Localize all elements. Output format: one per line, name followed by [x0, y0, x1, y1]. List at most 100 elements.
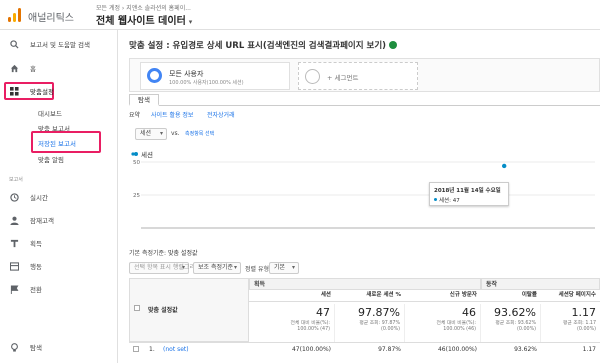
- sidebar-item-discover[interactable]: 탐색: [0, 341, 118, 355]
- total-note-line: (0.00%): [517, 327, 536, 332]
- verified-shield-icon: [389, 41, 398, 49]
- total-value: 93.62%: [494, 306, 536, 319]
- lightbulb-icon: [9, 342, 19, 352]
- metric-dropdown[interactable]: 세션: [135, 128, 167, 140]
- total-note: 평균 조회: 97.87% (0.00%): [359, 321, 400, 333]
- secondary-dimension-dropdown[interactable]: 보조 측정기준: [193, 262, 241, 274]
- report-title-text: 맞춤 설정 : 유입경로 상세 URL 표시(검색엔진의 검색결과페이지 보기): [129, 41, 387, 51]
- sidebar-item-acquisition[interactable]: 획득: [0, 237, 118, 251]
- grid-icon: [9, 86, 19, 96]
- total-pages-per-session: 1.17 평균 조회: 1.17 (0.00%): [541, 304, 600, 342]
- total-note-line: 100.00% (46): [443, 327, 476, 332]
- vs-label: vs.: [171, 130, 180, 137]
- total-note: 전체 대비 비율(%): 100.00% (46): [437, 321, 476, 333]
- account-breadcrumb[interactable]: 모든 계정 › 지앤소 솔라션의 홈페이...: [96, 3, 191, 12]
- group-header-behavior: 동작: [481, 278, 600, 290]
- clock-icon: [9, 192, 19, 202]
- sidebar-item-audience[interactable]: 잠재고객: [0, 214, 118, 228]
- group-header-acquisition: 획득: [249, 278, 481, 290]
- total-value: 97.87%: [358, 306, 400, 319]
- row-bounce-rate: 93.62%: [514, 346, 537, 353]
- sidebar-sub-saved-reports[interactable]: 저장된 보고서: [38, 138, 76, 148]
- tooltip-value: 세션: 47: [439, 198, 460, 204]
- row-divider: [129, 342, 600, 343]
- row-checkbox[interactable]: [133, 346, 139, 352]
- subtab-ecommerce[interactable]: 전자상거래: [207, 110, 235, 119]
- sidebar-item-behavior[interactable]: 행동: [0, 260, 118, 274]
- report-title: 맞춤 설정 : 유입경로 상세 URL 표시(검색엔진의 검색결과페이지 보기): [129, 39, 398, 51]
- sidebar: 보고서 및 도움말 검색 홈 맞춤설정 대시보드 맞춤 보고서 저장된 보고서 …: [0, 30, 118, 363]
- sidebar-sub-dashboards[interactable]: 대시보드: [38, 108, 62, 118]
- row-index: 1.: [149, 346, 155, 353]
- dimension-header-cell: 맞춤 설정값: [129, 278, 249, 342]
- reports-section-label: 보고서: [9, 177, 23, 183]
- line-chart: 세션 25502018년 11월 14일 수요일: [129, 146, 600, 232]
- sidebar-item-home[interactable]: 홈: [0, 62, 118, 76]
- behavior-icon: [9, 261, 19, 271]
- total-new-sessions: 97.87% 평균 조회: 97.87% (0.00%): [335, 304, 405, 342]
- total-note: 평균 조회: 93.62% (0.00%): [495, 321, 536, 333]
- add-segment-label: + 세그먼트: [327, 74, 359, 82]
- metric-header-bounce-rate[interactable]: 이탈률: [481, 290, 541, 302]
- subtab-site-usage[interactable]: 사이트 활용 정보: [151, 110, 193, 119]
- metric-header-sessions[interactable]: 세션: [249, 290, 335, 302]
- segment-card[interactable]: 모든 사용자 100.00% 사용자(100.00% 세션): [140, 62, 290, 90]
- metric-header-new-users[interactable]: 신규 방문자: [405, 290, 481, 302]
- analytics-logo-icon[interactable]: [8, 8, 22, 22]
- home-label: 홈: [30, 65, 36, 73]
- select-metric-link[interactable]: 측정항목 선택: [185, 130, 214, 137]
- subtab-summary[interactable]: 요약: [129, 110, 140, 119]
- sort-type-label: 정렬 유형:: [245, 266, 272, 273]
- caret-down-icon: ▾: [188, 18, 193, 26]
- tooltip-value-row: 세션: 47: [434, 196, 504, 204]
- view-selector[interactable]: 전체 웹사이트 데이터 ▾: [96, 12, 192, 27]
- tooltip-dot-icon: [434, 198, 437, 201]
- acquisition-icon: [9, 238, 19, 248]
- discover-label: 탐색: [30, 344, 42, 352]
- app-name: 애널리틱스: [28, 13, 74, 24]
- sidebar-sub-custom-alerts[interactable]: 맞춤 알림: [38, 154, 64, 164]
- row-pages-per-session: 1.17: [582, 346, 596, 353]
- search-label: 보고서 및 도움말 검색: [30, 41, 91, 49]
- total-bounce-rate: 93.62% 평균 조회: 93.62% (0.00%): [481, 304, 541, 342]
- realtime-label: 실시간: [30, 194, 48, 202]
- segment-bar: 모든 사용자 100.00% 사용자(100.00% 세션) + 세그먼트: [129, 58, 600, 92]
- behavior-label: 행동: [30, 263, 42, 271]
- data-point: [502, 163, 507, 169]
- tooltip-date: 2018년 11월 14일 수요일: [434, 188, 501, 194]
- add-segment-button[interactable]: + 세그먼트: [298, 62, 418, 90]
- tab-explorer[interactable]: 탐색: [129, 94, 159, 106]
- segment-ring-icon: [147, 68, 162, 83]
- metric-header-new-sessions[interactable]: 새로운 세션 %: [335, 290, 405, 302]
- y-tick-label: 25: [133, 193, 140, 199]
- segment-subtitle: 100.00% 사용자(100.00% 세션): [169, 80, 244, 86]
- sidebar-item-conversions[interactable]: 전환: [0, 283, 118, 297]
- dimension-header[interactable]: 맞춤 설정값: [148, 305, 178, 314]
- total-note: 전체 대비 비율(%): 100.00% (47): [291, 321, 330, 333]
- data-table: 맞춤 설정값 획득 동작 세션 새로운 세션 % 신규 방문자 이탈률 세션당 …: [129, 278, 600, 363]
- tab-divider: [129, 105, 600, 106]
- audience-label: 잠재고객: [30, 217, 54, 225]
- table-tools: 선택 항목 표시 행렬그리기 보조 측정기준 정렬 유형: 기본: [129, 262, 600, 274]
- row-dimension-link[interactable]: (not set): [163, 344, 189, 355]
- home-icon: [9, 63, 19, 73]
- sidebar-item-realtime[interactable]: 실시간: [0, 191, 118, 205]
- top-bar: 애널리틱스 모든 계정 › 지앤소 솔라션의 홈페이... 전체 웹사이트 데이…: [0, 0, 600, 30]
- metric-header-pages-per-session[interactable]: 세션당 페이지수: [541, 290, 600, 302]
- plot-rows-button[interactable]: 선택 항목 표시 행렬그리기: [129, 262, 200, 274]
- total-note-line: (0.00%): [577, 327, 596, 332]
- sidebar-item-customization[interactable]: 맞춤설정: [0, 85, 118, 99]
- customization-label: 맞춤설정: [30, 88, 54, 96]
- total-sessions: 47 전체 대비 비율(%): 100.00% (47): [249, 304, 335, 342]
- legend-marker-dot: [131, 152, 135, 156]
- conversions-label: 전환: [30, 286, 42, 294]
- total-note-line: (0.00%): [381, 327, 400, 332]
- acquisition-label: 획득: [30, 240, 42, 248]
- total-value: 1.17: [571, 306, 597, 319]
- row-sessions: 47(100.00%): [291, 346, 331, 353]
- sort-type-dropdown[interactable]: 기본: [269, 262, 299, 274]
- flag-icon: [9, 284, 19, 294]
- select-all-checkbox[interactable]: [134, 305, 140, 311]
- sidebar-search[interactable]: 보고서 및 도움말 검색: [0, 38, 118, 52]
- total-value: 46: [462, 306, 476, 319]
